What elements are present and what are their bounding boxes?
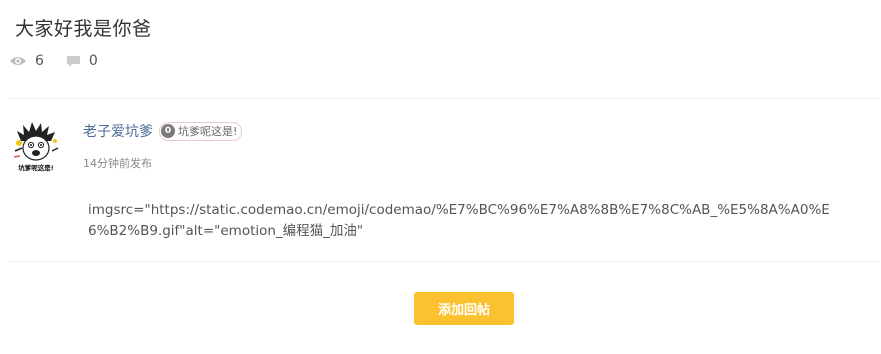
add-reply-button[interactable]: 添加回帖 <box>414 292 514 325</box>
divider <box>9 98 879 99</box>
eye-icon <box>9 55 27 67</box>
comments-stat: 0 <box>66 53 98 69</box>
avatar[interactable]: 坑爹呢这是! <box>11 121 61 173</box>
badge-level: 0 <box>161 124 175 138</box>
user-badge: 0 坑爹呢这是! <box>159 121 243 141</box>
views-count: 6 <box>35 53 44 69</box>
comment-icon <box>66 55 81 68</box>
avatar-caption: 坑爹呢这是! <box>18 163 54 172</box>
post-title: 大家好我是你爸 <box>15 18 152 40</box>
views-stat: 6 <box>9 53 44 69</box>
reply-timestamp: 14分钟前发布 <box>83 157 152 170</box>
post-stats: 6 0 <box>9 53 98 69</box>
post-page: 大家好我是你爸 6 0 坑爹呢这是! 老子爱坑爹 0 坑爹呢这是! 14分钟前发… <box>0 0 881 354</box>
divider <box>9 261 879 262</box>
reply-content: imgsrc="https://static.codemao.cn/emoji/… <box>88 202 830 239</box>
author-name-link[interactable]: 老子爱坑爹 <box>83 121 153 141</box>
badge-text: 坑爹呢这是! <box>178 125 238 138</box>
comments-count: 0 <box>88 53 98 69</box>
reply-author-row: 老子爱坑爹 0 坑爹呢这是! <box>83 121 243 141</box>
